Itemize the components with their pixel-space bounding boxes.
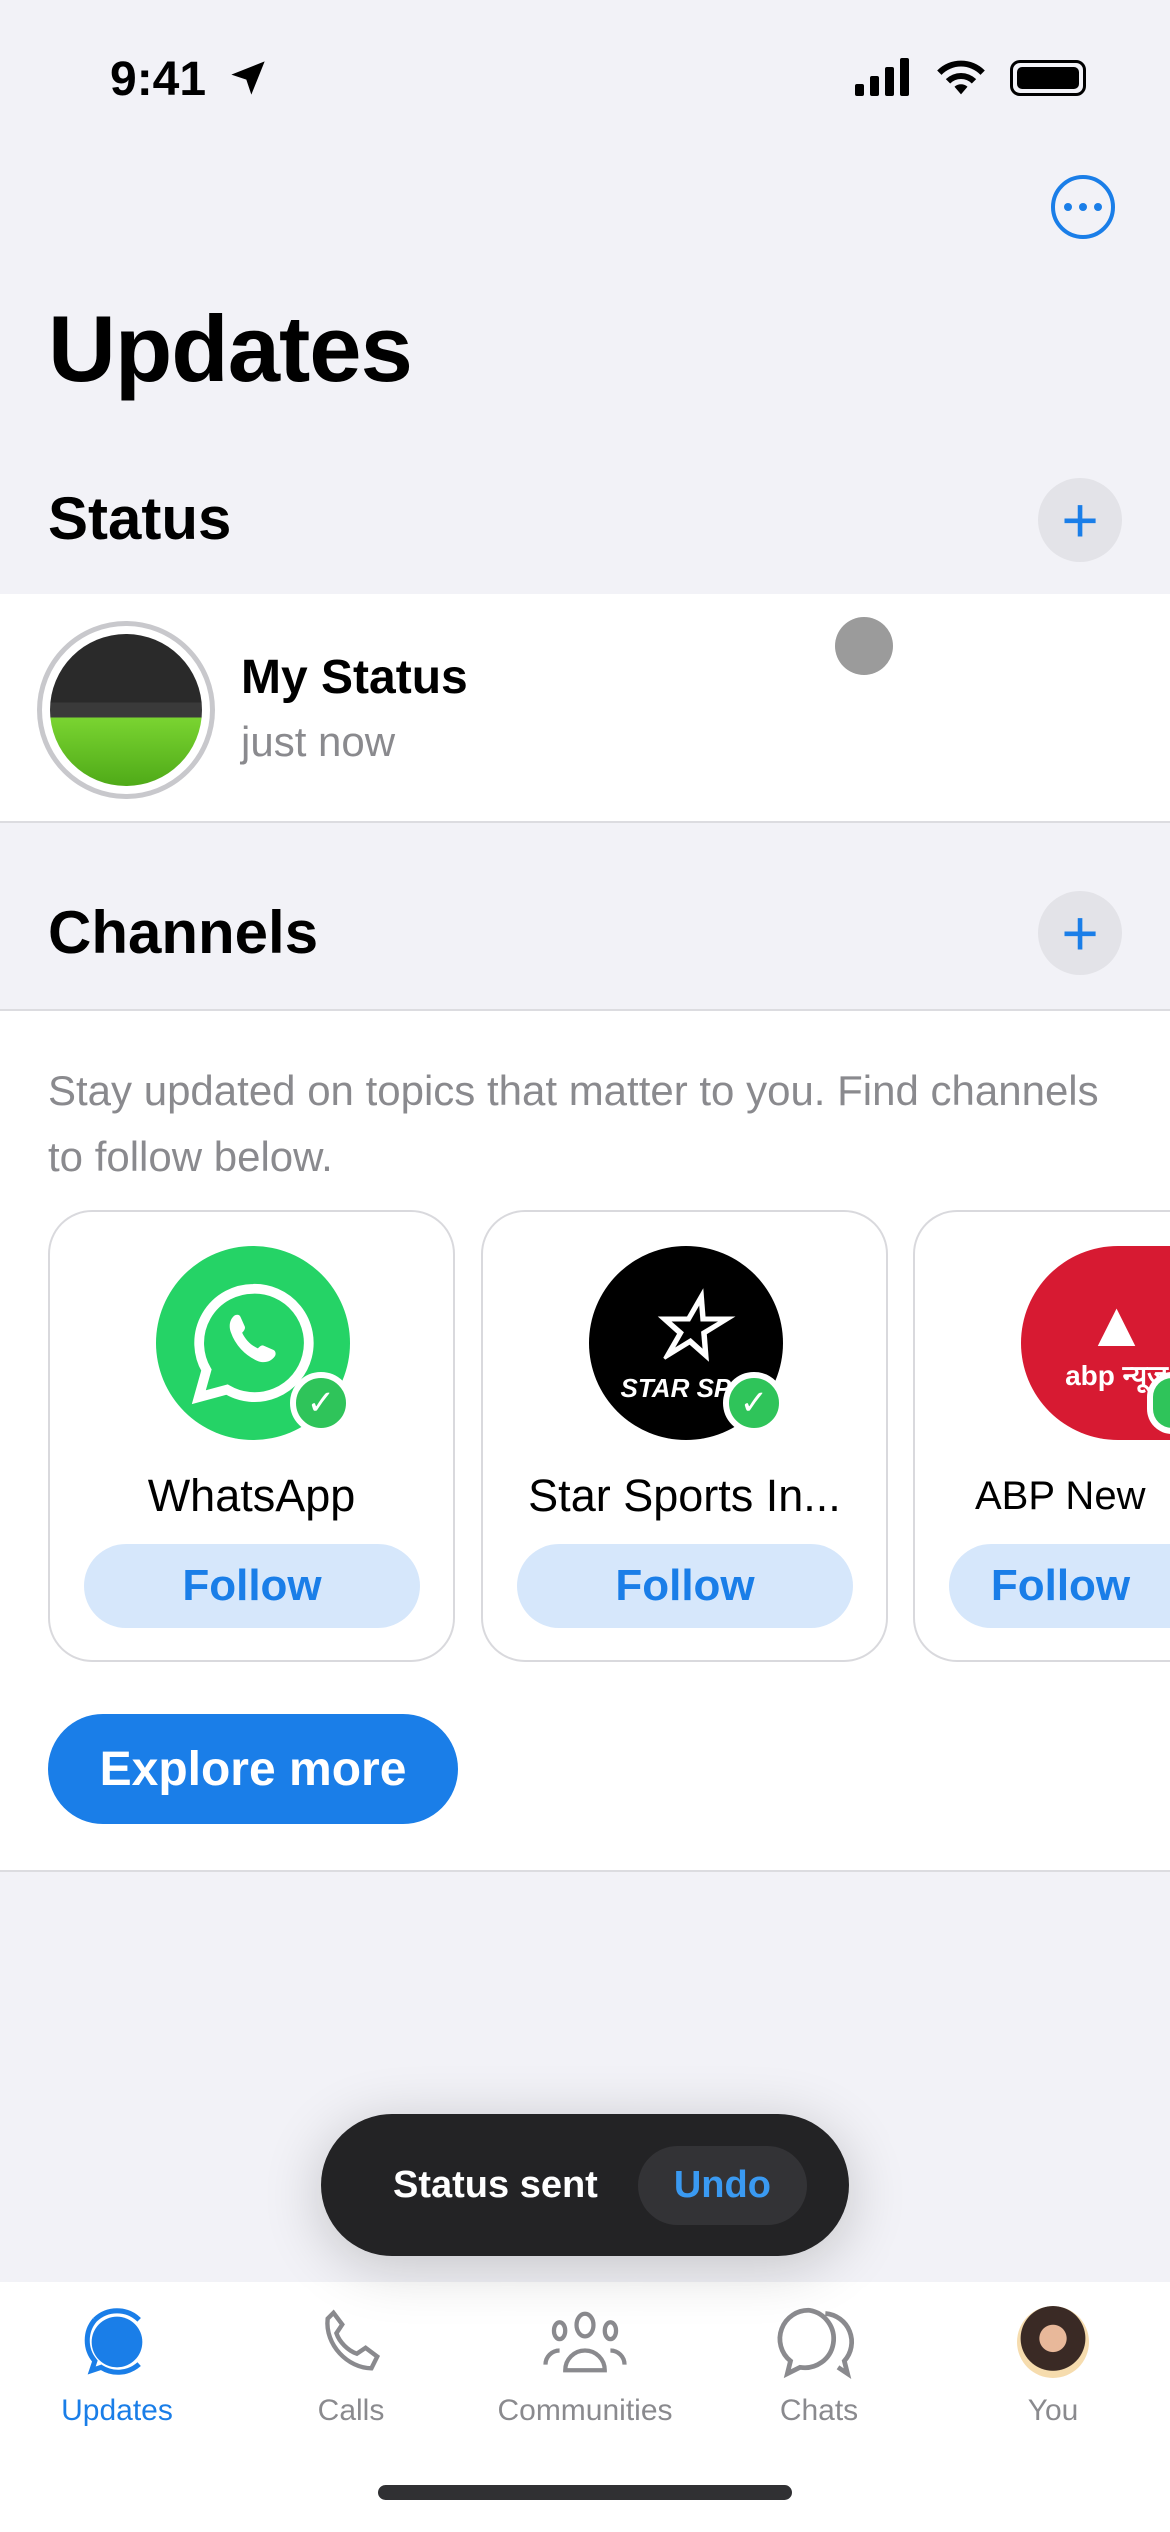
channel-name: ABP New xyxy=(975,1474,1146,1518)
toast-message: Status sent xyxy=(393,2163,598,2206)
battery-icon xyxy=(1010,60,1086,96)
page-title: Updates xyxy=(48,296,413,401)
channels-heading: Channels xyxy=(48,899,319,966)
verified-badge-icon: ✓ xyxy=(290,1372,352,1434)
tab-communities[interactable]: Communities xyxy=(468,2302,702,2428)
follow-button[interactable]: Follow xyxy=(84,1544,420,1628)
channel-card-whatsapp[interactable]: ✓ WhatsApp Follow xyxy=(48,1210,455,1662)
home-indicator[interactable] xyxy=(378,2485,792,2500)
channel-card-abp-news[interactable]: ▲ abp न्यूज़ ABP New Follow xyxy=(913,1210,1170,1662)
status-heading: Status xyxy=(48,485,232,552)
add-status-button[interactable]: + xyxy=(1038,478,1122,562)
tab-label: Calls xyxy=(317,2394,385,2427)
tab-label: Chats xyxy=(779,2394,859,2427)
my-status-title: My Status xyxy=(241,651,468,704)
undo-button[interactable]: Undo xyxy=(637,2145,807,2225)
profile-avatar xyxy=(1017,2306,1089,2378)
tab-label: You xyxy=(1027,2394,1079,2427)
wifi-icon xyxy=(937,60,985,95)
tab-calls[interactable]: Calls xyxy=(234,2302,468,2428)
status-sent-toast: Status sent Undo xyxy=(321,2114,849,2256)
location-arrow-icon xyxy=(231,61,265,95)
tab-updates[interactable]: Updates xyxy=(0,2302,234,2428)
channels-description: Stay updated on topics that matter to yo… xyxy=(48,1067,1099,1180)
my-status-avatar[interactable] xyxy=(37,621,215,799)
channel-name: Star Sports In... xyxy=(528,1470,841,1521)
touch-indicator xyxy=(835,617,893,675)
more-options-button[interactable] xyxy=(1051,175,1115,239)
tab-you[interactable]: You xyxy=(936,2302,1170,2428)
add-channel-button[interactable]: + xyxy=(1038,891,1122,975)
chats-icon xyxy=(777,2307,855,2380)
my-status-time: just now xyxy=(241,718,396,765)
communities-icon xyxy=(543,2311,627,2373)
tab-label: Updates xyxy=(61,2394,173,2427)
explore-more-button[interactable]: Explore more xyxy=(48,1714,458,1824)
follow-button[interactable]: Follow xyxy=(949,1544,1170,1628)
follow-button[interactable]: Follow xyxy=(517,1544,853,1628)
status-bar-time: 9:41 xyxy=(110,53,207,106)
cellular-signal-icon xyxy=(855,58,909,96)
verified-badge-icon: ✓ xyxy=(723,1372,785,1434)
updates-icon xyxy=(84,2308,143,2375)
tab-chats[interactable]: Chats xyxy=(702,2302,936,2428)
phone-icon xyxy=(325,2309,381,2371)
tab-label: Communities xyxy=(497,2394,673,2427)
channel-name: WhatsApp xyxy=(147,1470,356,1521)
channel-card-star-sports[interactable]: ☆ STAR SPO ✓ Star Sports In... Follow xyxy=(481,1210,888,1662)
